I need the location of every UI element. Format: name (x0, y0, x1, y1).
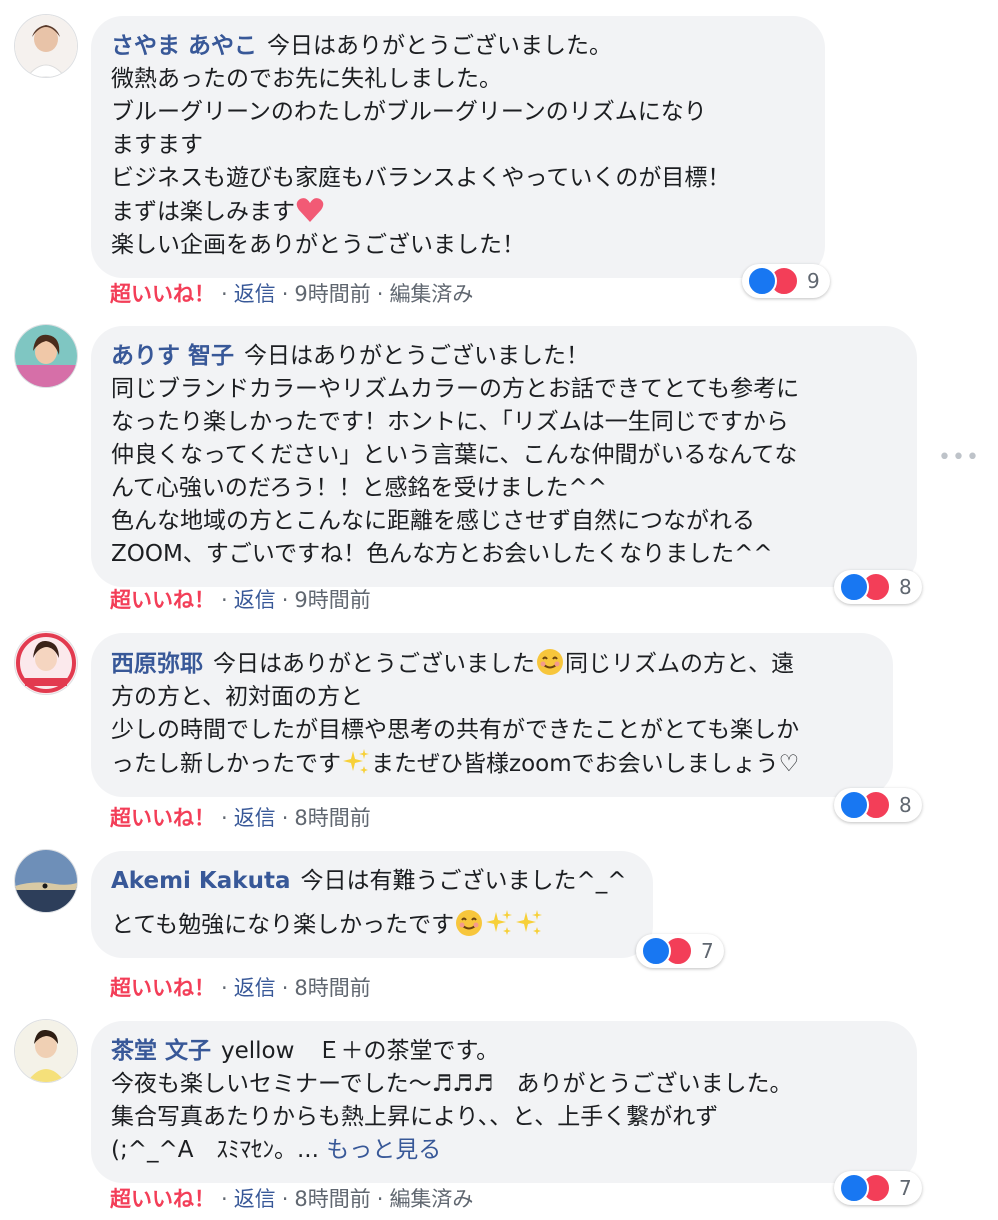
separator: · (376, 282, 384, 306)
comment-text: 色んな地域の方とこんなに距離を感じさせず自然につながれる (111, 508, 755, 534)
author-name[interactable]: 西原弥耶 (111, 651, 203, 677)
reaction-summary[interactable]: 7 (636, 934, 724, 968)
comment-text: またぜひ皆様zoomでお会いしましょう♡ (371, 751, 800, 777)
reaction-count: 8 (899, 793, 912, 817)
comment-actions: 超いいね！ · 返信 · 8時間前 · 編集済み (110, 1183, 473, 1213)
separator: · (376, 1187, 384, 1211)
love-button[interactable]: 超いいね！ (110, 588, 215, 612)
smiling-face-icon (535, 647, 565, 677)
avatar[interactable] (15, 1020, 77, 1082)
comment-text: (;^_^A ｽﾐﾏｾﾝ。... (111, 1137, 327, 1163)
comment-text: んて心強いのだろう！！と感銘を受けました^^ (111, 475, 608, 501)
comment-text: 方の方と、初対面の方と (111, 684, 364, 710)
comment-text: 今夜も楽しいセミナーでした〜♬♬♬ ありがとうございました。 (111, 1071, 793, 1097)
comment-bubble: Akemi Kakuta 今日は有難うございました^_^ とても勉強になり楽しかっ… (91, 851, 653, 958)
comment-text: 同じリズムの方と、遠 (565, 651, 795, 677)
like-reaction-icon (839, 790, 869, 820)
comment-text: 楽しい企画をありがとうございました！ (111, 232, 525, 258)
separator: · (221, 976, 228, 1000)
comment-text: なったり楽しかったです！ホントに、「リズムは一生同じですから (111, 409, 789, 435)
comment-text: ったし新しかったです (111, 751, 341, 777)
like-reaction-icon (839, 572, 869, 602)
timestamp[interactable]: 8時間前 (294, 1187, 370, 1211)
see-more-link[interactable]: もっと見る (326, 1137, 441, 1163)
sparkles-icon (341, 747, 371, 777)
comment-bubble: 西原弥耶 今日はありがとうございました 同じリズムの方と、遠 方の方と、初対面の方と… (91, 633, 893, 797)
comment-bubble: ありす 智子 今日はありがとうございました！ 同じブランドカラーやリズムカラーの方… (91, 326, 917, 587)
love-button[interactable]: 超いいね！ (110, 1187, 215, 1211)
reply-link[interactable]: 返信 (234, 1187, 276, 1211)
reply-link[interactable]: 返信 (234, 806, 276, 830)
timestamp[interactable]: 9時間前 (294, 282, 370, 306)
avatar[interactable] (15, 15, 77, 77)
separator: · (281, 282, 289, 306)
comment-text: まずは楽しみます (111, 199, 295, 225)
comment-text: ブルーグリーンのわたしがブルーグリーンのリズムになり (111, 99, 707, 125)
love-button[interactable]: 超いいね！ (110, 282, 215, 306)
comment-bubble: 茶堂 文子 yellow Ｅ＋の茶堂です。 今夜も楽しいセミナーでした〜♬♬♬ あ… (91, 1021, 917, 1183)
avatar[interactable] (15, 325, 77, 387)
comment-text: 今日はありがとうございました。 (267, 33, 613, 59)
comment-text: 今日は有難うございました^_^ (300, 868, 627, 894)
comment-text: 仲良くなってください」という言葉に、こんな仲間がいるなんてな (111, 442, 798, 468)
separator: · (281, 1187, 289, 1211)
comment-text: 集合写真あたりからも熱上昇により、、と、上手く繋がれず (111, 1104, 719, 1130)
comment-text: とても勉強になり楽しかったです (111, 912, 455, 938)
comment-text: 微熱あったのでお先に失礼しました。 (111, 66, 502, 92)
comment-actions: 超いいね！ · 返信 · 8時間前 (110, 972, 371, 1002)
reaction-summary[interactable]: 7 (834, 1171, 922, 1205)
reaction-count: 7 (899, 1176, 912, 1200)
reaction-summary[interactable]: 8 (834, 570, 922, 604)
avatar[interactable] (15, 850, 77, 912)
edited-label[interactable]: 編集済み (389, 282, 473, 306)
separator: · (281, 806, 289, 830)
separator: · (221, 588, 228, 612)
love-button[interactable]: 超いいね！ (110, 976, 215, 1000)
timestamp[interactable]: 9時間前 (294, 588, 370, 612)
reply-link[interactable]: 返信 (234, 588, 276, 612)
like-reaction-icon (641, 936, 671, 966)
timestamp[interactable]: 8時間前 (294, 806, 370, 830)
separator: · (281, 588, 289, 612)
separator: · (221, 1187, 228, 1211)
avatar[interactable] (15, 632, 77, 694)
separator: · (281, 976, 289, 1000)
reply-link[interactable]: 返信 (234, 282, 276, 306)
like-reaction-icon (839, 1173, 869, 1203)
sparkles-icon (484, 908, 514, 938)
reaction-count: 7 (701, 939, 714, 963)
more-horizontal-icon[interactable]: ••• (938, 445, 980, 470)
comment-text: ますます (111, 132, 203, 158)
author-name[interactable]: Akemi Kakuta (111, 868, 290, 894)
comment-text: 少しの時間でしたが目標や思考の共有ができたことがとても楽しか (111, 717, 800, 743)
reply-link[interactable]: 返信 (234, 976, 276, 1000)
author-name[interactable]: ありす 智子 (111, 343, 234, 369)
timestamp[interactable]: 8時間前 (294, 976, 370, 1000)
reaction-summary[interactable]: 9 (742, 264, 830, 298)
like-reaction-icon (747, 266, 777, 296)
edited-label[interactable]: 編集済み (389, 1187, 473, 1211)
love-button[interactable]: 超いいね！ (110, 806, 215, 830)
comment-actions: 超いいね！ · 返信 · 9時間前 · 編集済み (110, 278, 473, 308)
comment-text: yellow Ｅ＋の茶堂です。 (221, 1038, 500, 1064)
smiling-face-icon (454, 908, 484, 938)
author-name[interactable]: さやま あやこ (111, 33, 257, 59)
comment-text: 同じブランドカラーやリズムカラーの方とお話できてとても参考に (111, 376, 800, 402)
reaction-count: 9 (807, 269, 820, 293)
comment-bubble: さやま あやこ 今日はありがとうございました。 微熱あったのでお先に失礼しました。… (91, 16, 825, 278)
comment-actions: 超いいね！ · 返信 · 9時間前 (110, 584, 371, 614)
heart-icon (295, 195, 325, 225)
separator: · (221, 806, 228, 830)
comment-text: ZOOM、すごいですね！色んな方とお会いしたくなりました^^ (111, 541, 773, 567)
reaction-summary[interactable]: 8 (834, 788, 922, 822)
author-name[interactable]: 茶堂 文子 (111, 1038, 211, 1064)
separator: · (221, 282, 228, 306)
comment-actions: 超いいね！ · 返信 · 8時間前 (110, 802, 371, 832)
reaction-count: 8 (899, 575, 912, 599)
sparkles-icon (514, 908, 544, 938)
comment-text: 今日はありがとうございました！ (244, 343, 590, 369)
comment-text: ビジネスも遊びも家庭もバランスよくやっていくのが目標！ (111, 165, 731, 191)
comment-text: 今日はありがとうございました (213, 651, 535, 677)
